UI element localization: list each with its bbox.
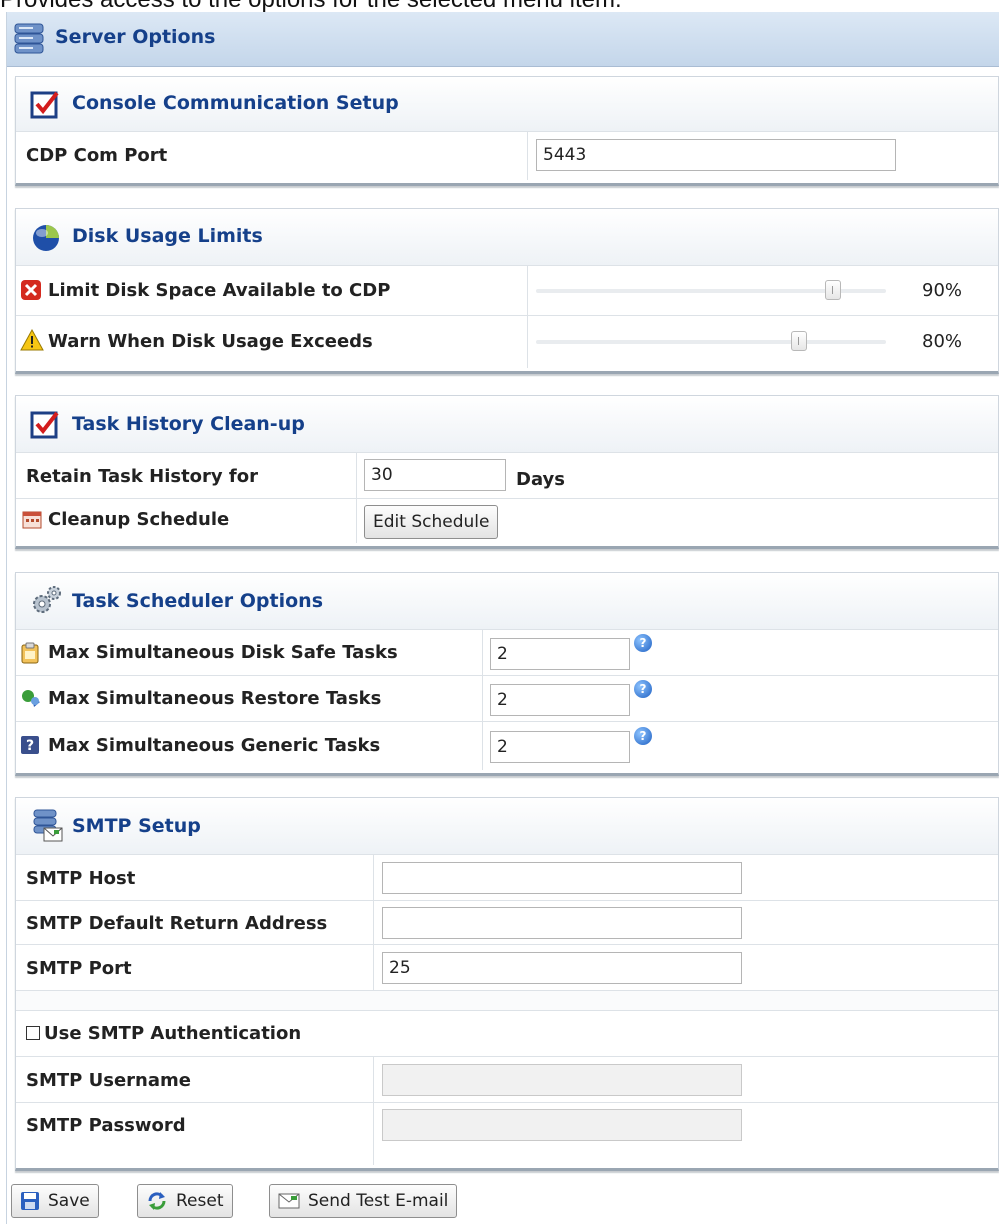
disk-section-header: Disk Usage Limits — [16, 209, 998, 266]
smtp-port-label: SMTP Port — [26, 958, 132, 979]
console-section: Console Communication Setup CDP Com Port… — [15, 76, 999, 186]
section-title: Task History Clean-up — [72, 413, 305, 435]
limit-disk-label: Limit Disk Space Available to CDP — [48, 280, 391, 301]
cleanup-schedule-row: Cleanup Schedule Edit Schedule — [16, 498, 998, 543]
save-icon — [21, 1192, 39, 1210]
svg-text:?: ? — [26, 738, 34, 754]
retain-unit-label: Days — [516, 469, 565, 490]
disk-section: Disk Usage Limits Limit Disk Space Avail… — [15, 208, 999, 374]
history-section: Task History Clean-up Retain Task Histor… — [15, 395, 999, 549]
warn-disk-slider-track — [536, 340, 886, 344]
panel-header: Server Options — [7, 12, 999, 67]
generic-task-icon: ? — [20, 735, 40, 759]
warn-disk-value: 80% — [922, 331, 963, 352]
disk-safe-tasks-input[interactable]: 2 — [490, 638, 630, 670]
cdp-port-input[interactable]: 5443 — [536, 139, 896, 171]
panel-title: Server Options — [55, 26, 216, 48]
restore-tasks-input[interactable]: 2 — [490, 684, 630, 716]
server-options-panel: Server Options Console Communication Set… — [6, 12, 999, 1224]
generic-tasks-label: Max Simultaneous Generic Tasks — [48, 735, 381, 756]
section-title: Console Communication Setup — [72, 92, 399, 114]
send-test-email-button[interactable]: Send Test E-mail — [269, 1184, 458, 1218]
scheduler-section-header: Task Scheduler Options — [16, 573, 998, 630]
smtp-section-header: SMTP Setup — [16, 798, 998, 855]
smtp-port-input[interactable]: 25 — [382, 952, 742, 984]
send-test-label: Send Test E-mail — [308, 1191, 449, 1211]
help-icon[interactable]: ? — [634, 634, 652, 652]
smtp-password-label: SMTP Password — [26, 1115, 186, 1136]
disk-safe-tasks-row: Max Simultaneous Disk Safe Tasks 2 ? — [16, 629, 998, 676]
section-title: SMTP Setup — [72, 815, 201, 837]
cdp-port-row: CDP Com Port 5443 — [16, 131, 998, 180]
reset-button[interactable]: Reset — [137, 1184, 233, 1218]
cleanup-schedule-label: Cleanup Schedule — [48, 509, 230, 530]
limit-disk-value: 90% — [922, 280, 963, 301]
smtp-return-row: SMTP Default Return Address — [16, 900, 998, 945]
warn-disk-slider-handle[interactable] — [791, 331, 808, 351]
generic-tasks-input[interactable]: 2 — [490, 731, 630, 763]
smtp-return-label: SMTP Default Return Address — [26, 913, 328, 934]
generic-tasks-row: ? Max Simultaneous Generic Tasks 2 ? — [16, 721, 998, 770]
smtp-host-input[interactable] — [382, 862, 742, 894]
retain-history-input[interactable]: 30 — [364, 459, 506, 491]
checklist-icon — [30, 89, 60, 123]
email-icon — [278, 1193, 300, 1209]
smtp-port-row: SMTP Port 25 — [16, 944, 998, 991]
calendar-icon — [22, 511, 42, 533]
cdp-port-label: CDP Com Port — [26, 145, 168, 166]
console-section-header: Console Communication Setup — [16, 77, 998, 132]
disk-icon — [30, 223, 62, 257]
smtp-host-row: SMTP Host — [16, 854, 998, 901]
smtp-return-input[interactable] — [382, 907, 742, 939]
disk-safe-tasks-label: Max Simultaneous Disk Safe Tasks — [48, 642, 398, 663]
edit-schedule-button[interactable]: Edit Schedule — [364, 505, 499, 539]
gears-icon — [30, 583, 64, 621]
help-icon[interactable]: ? — [634, 680, 652, 698]
disk-safe-icon — [20, 642, 40, 668]
mail-server-icon — [30, 808, 64, 848]
smtp-auth-label[interactable]: Use SMTP Authentication — [44, 1023, 301, 1044]
smtp-username-label: SMTP Username — [26, 1070, 191, 1091]
warn-disk-row: Warn When Disk Usage Exceeds 80% — [16, 315, 998, 368]
checklist-icon — [30, 409, 60, 443]
reset-label: Reset — [176, 1191, 224, 1211]
section-title: Disk Usage Limits — [72, 225, 263, 247]
smtp-password-row: SMTP Password — [16, 1102, 998, 1165]
restore-icon — [20, 688, 42, 712]
history-section-header: Task History Clean-up — [16, 396, 998, 453]
retain-history-label: Retain Task History for — [26, 466, 258, 487]
warning-icon — [20, 328, 44, 355]
smtp-section: SMTP Setup SMTP Host SMTP Default Return… — [15, 797, 999, 1171]
smtp-username-row: SMTP Username — [16, 1056, 998, 1103]
reset-icon — [148, 1192, 166, 1210]
save-button[interactable]: Save — [11, 1184, 99, 1218]
smtp-auth-row: Use SMTP Authentication — [16, 1010, 998, 1057]
warn-disk-label: Warn When Disk Usage Exceeds — [48, 331, 373, 352]
smtp-username-input — [382, 1064, 742, 1096]
restore-tasks-row: Max Simultaneous Restore Tasks 2 ? — [16, 675, 998, 722]
smtp-auth-checkbox[interactable] — [26, 1026, 40, 1040]
help-icon[interactable]: ? — [634, 727, 652, 745]
restore-tasks-label: Max Simultaneous Restore Tasks — [48, 688, 382, 709]
scheduler-section: Task Scheduler Options Max Simultaneous … — [15, 572, 999, 776]
limit-disk-slider-handle[interactable] — [824, 280, 841, 300]
retain-history-row: Retain Task History for 30 Days — [16, 452, 998, 499]
error-icon — [20, 279, 42, 305]
smtp-host-label: SMTP Host — [26, 868, 136, 889]
section-title: Task Scheduler Options — [72, 590, 323, 612]
save-label: Save — [48, 1191, 90, 1211]
limit-disk-row: Limit Disk Space Available to CDP 90% — [16, 265, 998, 316]
smtp-spacer-row — [16, 990, 998, 1011]
smtp-password-input — [382, 1109, 742, 1141]
server-icon — [11, 22, 47, 60]
